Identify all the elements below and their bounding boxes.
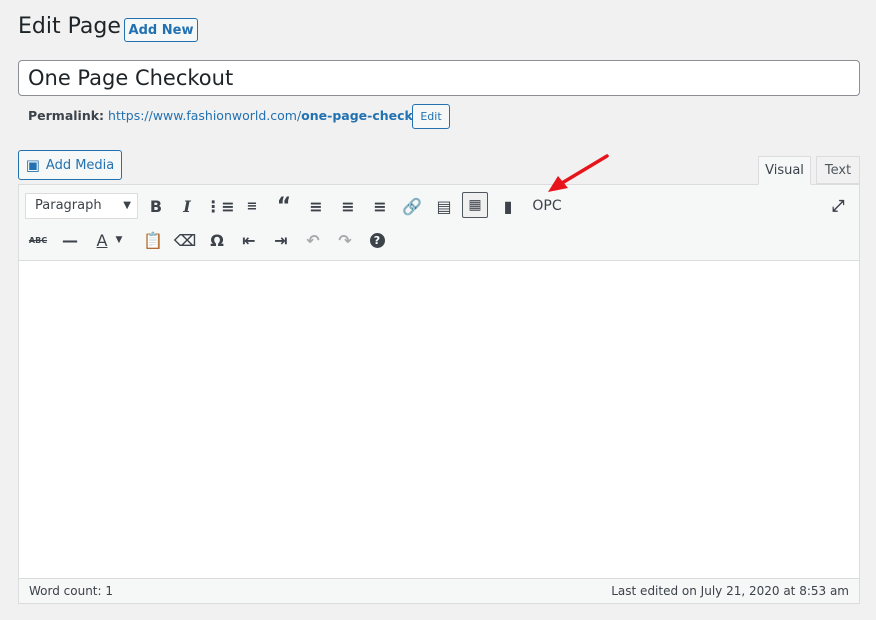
media-icon: ▣ [25,156,40,174]
redo-icon[interactable]: ↷ [332,227,358,253]
italic-icon[interactable]: I [174,193,200,219]
add-new-button[interactable]: Add New [124,18,198,42]
tab-text[interactable]: Text [816,156,860,184]
link-icon[interactable]: 🔗 [399,193,425,219]
permalink-label: Permalink: [28,108,105,123]
numbered-list-icon[interactable]: ≡ [239,193,265,219]
content-area[interactable] [19,261,859,561]
clear-formatting-icon[interactable]: ⌫ [172,227,198,253]
chevron-down-icon: ▼ [123,200,131,211]
align-center-icon[interactable]: ≡ [335,193,361,219]
annotation-arrow-icon [548,154,609,192]
bulleted-list-icon[interactable]: ⋮≡ [205,193,234,219]
fullscreen-icon[interactable]: ⤢ [825,193,851,219]
editor-toolbar: Paragraph ▼ B I ⋮≡ ≡ “ ≡ ≡ ≡ 🔗 ▤ ▦ ▮ OPC … [19,185,859,261]
editor: Paragraph ▼ B I ⋮≡ ≡ “ ≡ ≡ ≡ 🔗 ▤ ▦ ▮ OPC … [18,184,860,604]
title-input[interactable]: One Page Checkout [18,60,860,96]
add-media-button[interactable]: ▣ Add Media [18,150,122,180]
bold-icon[interactable]: B [143,193,169,219]
text-color-icon[interactable]: A [89,227,115,253]
read-more-icon[interactable]: ▤ [431,193,457,219]
horizontal-line-icon[interactable]: — [57,227,83,253]
word-count: Word count: 1 [29,584,114,598]
permalink: Permalink: https://www.fashionworld.com/… [28,108,440,123]
ticket-icon[interactable]: ▮ [495,193,521,219]
outdent-icon[interactable]: ⇤ [236,227,262,253]
toolbar-toggle-icon[interactable]: ▦ [462,192,488,218]
align-right-icon[interactable]: ≡ [367,193,393,219]
indent-icon[interactable]: ⇥ [268,227,294,253]
format-select[interactable]: Paragraph ▼ [25,193,138,219]
page-title: Edit Page [18,14,121,39]
undo-icon[interactable]: ↶ [300,227,326,253]
paste-text-icon[interactable]: 📋 [140,227,166,253]
align-left-icon[interactable]: ≡ [303,193,329,219]
last-edited: Last edited on July 21, 2020 at 8:53 am [611,584,849,598]
special-character-icon[interactable]: Ω [204,227,230,253]
blockquote-icon[interactable]: “ [271,193,297,219]
edit-permalink-button[interactable]: Edit [412,104,450,129]
status-bar: Word count: 1 Last edited on July 21, 20… [19,578,859,603]
permalink-link[interactable]: https://www.fashionworld.com/one-page-ch… [108,108,440,123]
tab-visual[interactable]: Visual [758,156,811,185]
help-icon[interactable]: ? [364,227,390,253]
chevron-down-icon[interactable]: ▼ [113,227,125,253]
strikethrough-icon[interactable]: ABC [25,227,51,253]
